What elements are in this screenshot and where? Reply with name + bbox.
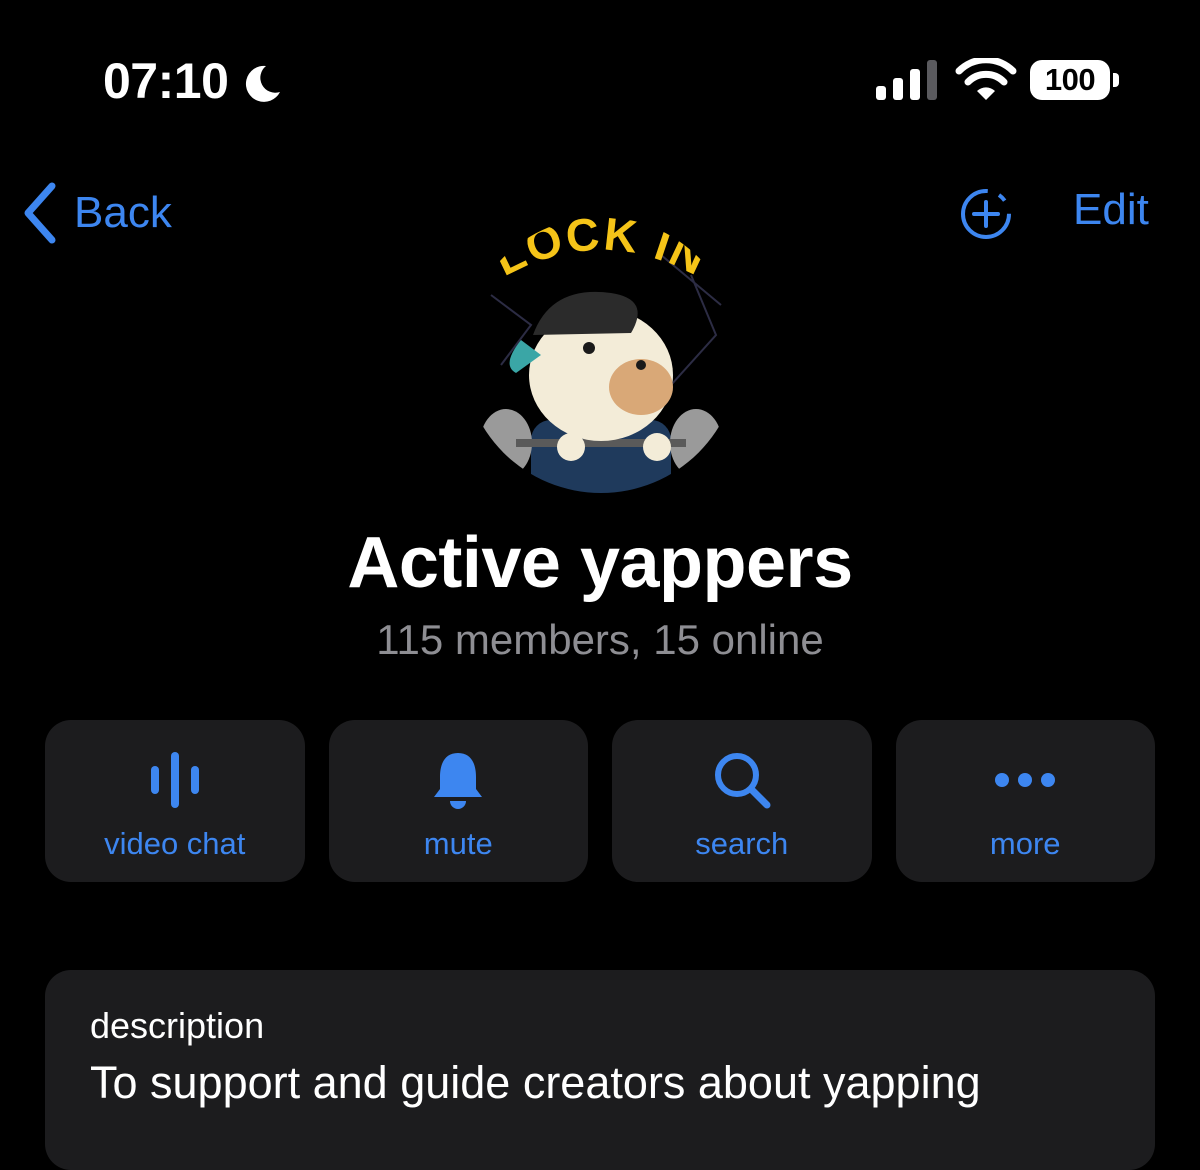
- video-chat-label: video chat: [104, 826, 246, 861]
- back-button[interactable]: Back: [20, 182, 172, 244]
- video-chat-button[interactable]: video chat: [45, 720, 305, 882]
- description-text: To support and guide creators about yapp…: [90, 1057, 981, 1108]
- search-label: search: [695, 826, 789, 861]
- battery-level: 100: [1044, 62, 1096, 97]
- group-member-count: 115 members, 15 online: [376, 616, 824, 663]
- add-story-icon[interactable]: [958, 184, 1018, 244]
- edit-button[interactable]: Edit: [1073, 185, 1149, 235]
- voice-chat-icon: [150, 752, 199, 808]
- group-avatar[interactable]: LOCK IN: [461, 215, 741, 495]
- chevron-left-icon: [24, 182, 56, 244]
- search-icon: [714, 753, 771, 809]
- back-label: Back: [74, 188, 172, 237]
- wifi-icon: [955, 58, 1017, 100]
- mute-label: mute: [423, 826, 493, 861]
- bell-icon: [434, 753, 483, 809]
- description-label: description: [90, 1005, 265, 1046]
- cellular-signal-icon: [876, 60, 937, 100]
- moon-icon: [245, 65, 280, 102]
- more-label: more: [989, 826, 1061, 861]
- group-name: Active yappers: [347, 523, 853, 603]
- mute-button[interactable]: mute: [328, 720, 588, 882]
- search-button[interactable]: search: [612, 720, 872, 882]
- battery-indicator: 100: [1030, 60, 1122, 102]
- status-time: 07:10: [103, 53, 229, 109]
- more-button[interactable]: more: [895, 720, 1155, 882]
- ellipsis-icon: [995, 773, 1056, 787]
- action-bar: video chat mute search more: [45, 720, 1155, 882]
